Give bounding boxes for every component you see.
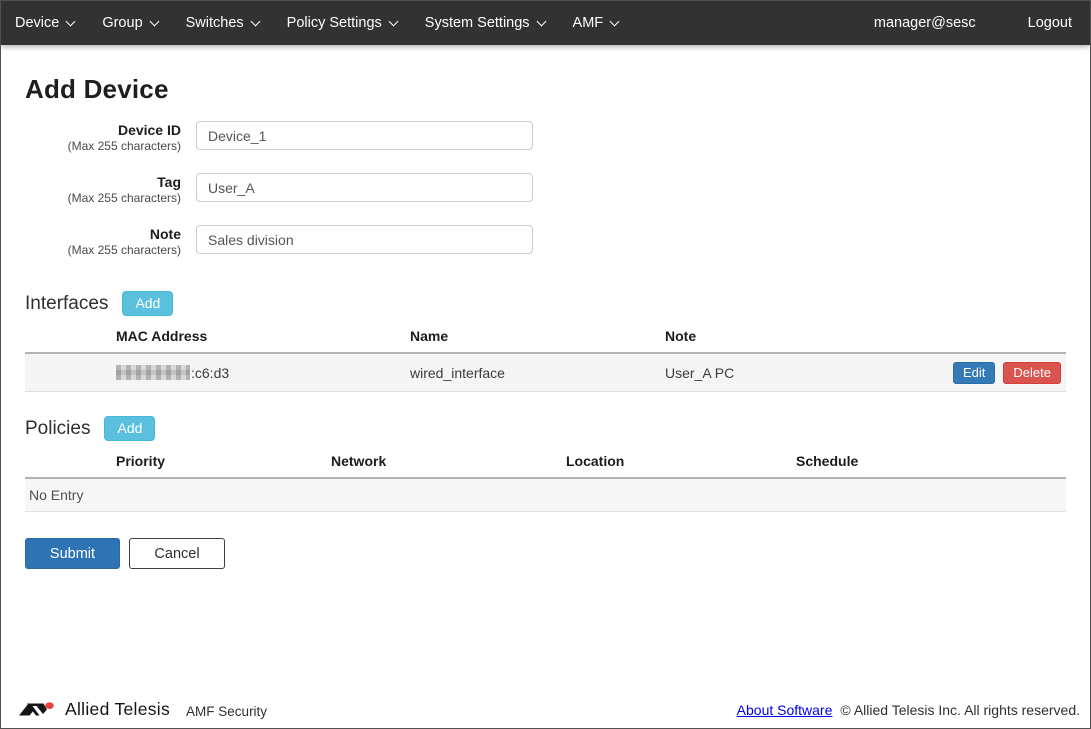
interface-note-cell: User_A PC	[665, 365, 953, 381]
note-hint: (Max 255 characters)	[25, 243, 181, 258]
nav-menu-system-settings[interactable]: System Settings	[425, 15, 545, 31]
nav-menu-device-label: Device	[15, 15, 59, 31]
nav-menu-policy-settings[interactable]: Policy Settings	[287, 15, 397, 31]
interface-name-cell: wired_interface	[410, 365, 665, 381]
tag-label: Tag	[25, 174, 181, 191]
copyright-text: © Allied Telesis Inc. All rights reserve…	[840, 702, 1080, 718]
form-actions: Submit Cancel	[25, 538, 1066, 569]
nav-menu-switches[interactable]: Switches	[186, 15, 259, 31]
about-software-link[interactable]: About Software	[737, 702, 833, 718]
chevron-down-icon	[610, 16, 620, 26]
delete-button[interactable]: Delete	[1003, 362, 1061, 384]
page-title: Add Device	[25, 74, 1066, 105]
allied-telesis-logo	[19, 701, 59, 719]
chevron-down-icon	[66, 16, 76, 26]
edit-button[interactable]: Edit	[953, 362, 995, 384]
device-id-field[interactable]	[196, 121, 533, 150]
interfaces-table-header: MAC Address Name Note	[25, 328, 1066, 354]
col-header-priority: Priority	[25, 453, 331, 469]
nav-menu-amf-label: AMF	[573, 15, 604, 31]
note-label: Note	[25, 226, 181, 243]
policies-empty-row: No Entry	[25, 479, 1066, 512]
interfaces-title: Interfaces	[25, 293, 108, 315]
nav-menu-switches-label: Switches	[186, 15, 244, 31]
tag-field[interactable]	[196, 173, 533, 202]
nav-menu-group-label: Group	[102, 15, 142, 31]
logged-in-user: manager@sesc	[874, 15, 976, 31]
policies-section-header: Policies Add	[25, 416, 1066, 441]
product-name: AMF Security	[186, 704, 267, 720]
page-footer: Allied Telesis AMF Security About Softwa…	[1, 693, 1090, 728]
form-row-device-id: Device ID (Max 255 characters)	[25, 121, 1066, 154]
nav-menu-amf[interactable]: AMF	[573, 15, 619, 31]
mac-visible-text: :c6:d3	[191, 365, 229, 381]
form-row-note: Note (Max 255 characters)	[25, 225, 1066, 258]
nav-menu-system-settings-label: System Settings	[425, 15, 530, 31]
col-header-note: Note	[665, 328, 1066, 344]
allied-telesis-brand: Allied Telesis AMF Security	[19, 699, 267, 720]
top-navbar: Device Group Switches Policy Settings Sy…	[1, 1, 1090, 45]
mac-redacted-block	[116, 365, 190, 380]
nav-menu-policy-settings-label: Policy Settings	[287, 15, 382, 31]
chevron-down-icon	[149, 16, 159, 26]
chevron-down-icon	[250, 16, 260, 26]
note-field[interactable]	[196, 225, 533, 254]
device-id-label: Device ID	[25, 122, 181, 139]
app-window: Device Group Switches Policy Settings Sy…	[0, 0, 1091, 729]
tag-hint: (Max 255 characters)	[25, 191, 181, 206]
interfaces-add-button[interactable]: Add	[122, 291, 173, 316]
col-header-mac-address: MAC Address	[25, 328, 410, 344]
device-id-hint: (Max 255 characters)	[25, 139, 181, 154]
nav-menu-device[interactable]: Device	[15, 15, 74, 31]
chevron-down-icon	[536, 16, 546, 26]
col-header-location: Location	[566, 453, 796, 469]
nav-menu-group[interactable]: Group	[102, 15, 157, 31]
policies-add-button[interactable]: Add	[104, 416, 155, 441]
interfaces-section-header: Interfaces Add	[25, 291, 1066, 316]
brand-wordmark: Allied Telesis	[65, 699, 170, 720]
policies-table: Priority Network Location Schedule No En…	[25, 453, 1066, 512]
form-row-tag: Tag (Max 255 characters)	[25, 173, 1066, 206]
col-header-schedule: Schedule	[796, 453, 1066, 469]
col-header-network: Network	[331, 453, 566, 469]
interfaces-table: MAC Address Name Note :c6:d3 wired_inter…	[25, 328, 1066, 392]
chevron-down-icon	[388, 16, 398, 26]
mac-address-cell: :c6:d3	[25, 365, 410, 381]
policies-table-header: Priority Network Location Schedule	[25, 453, 1066, 479]
cancel-button[interactable]: Cancel	[129, 538, 225, 569]
submit-button[interactable]: Submit	[25, 538, 120, 569]
table-row: :c6:d3 wired_interface User_A PC Edit De…	[25, 354, 1066, 392]
logout-button[interactable]: Logout	[1028, 15, 1072, 31]
policies-title: Policies	[25, 418, 90, 440]
main-content: Add Device Device ID (Max 255 characters…	[1, 45, 1090, 693]
col-header-name: Name	[410, 328, 665, 344]
